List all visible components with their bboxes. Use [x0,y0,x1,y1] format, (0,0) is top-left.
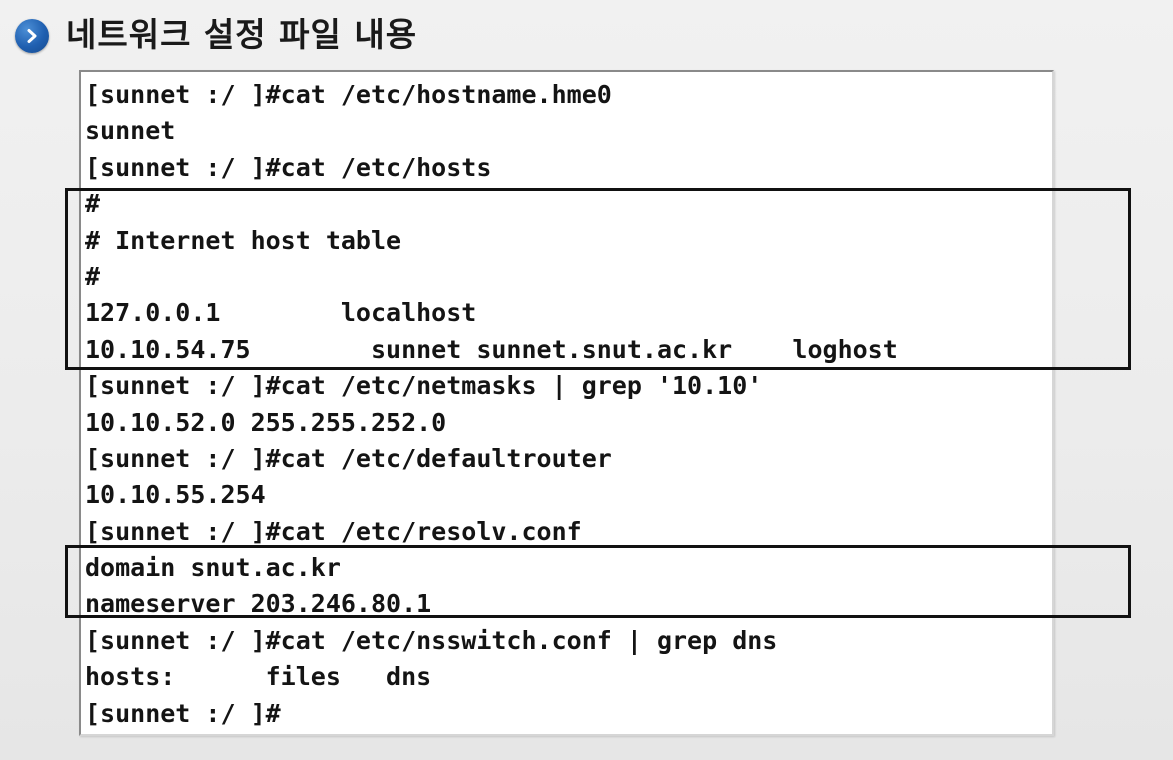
slide: 네트워크 설정 파일 내용 [sunnet :/ ]#cat /etc/host… [0,0,1173,760]
terminal-line: 10.10.55.254 [85,480,266,510]
terminal-line: [sunnet :/ ]#cat /etc/defaultrouter [85,443,612,473]
terminal-line: hosts: files dns [85,662,432,692]
terminal-line: # [85,189,101,219]
terminal-line: [sunnet :/ ]#cat /etc/nsswitch.conf | gr… [85,625,778,655]
terminal-line: 10.10.52.0 255.255.252.0 [85,407,447,437]
terminal-line: [sunnet :/ ]#cat /etc/netmasks | grep '1… [85,371,763,401]
terminal-line: # [85,261,101,291]
chevron-right-icon [15,19,49,53]
terminal-output: [sunnet :/ ]#cat /etc/hostname.hme0 sunn… [85,77,1052,732]
terminal-line: domain snut.ac.kr [85,553,341,583]
terminal-line: [sunnet :/ ]#cat /etc/resolv.conf [85,516,582,546]
terminal-line: [sunnet :/ ]# [85,698,281,728]
terminal-line: nameserver 203.246.80.1 [85,589,432,619]
terminal-line: [sunnet :/ ]#cat /etc/hosts [85,152,492,182]
terminal-line: [sunnet :/ ]#cat /etc/hostname.hme0 [85,80,612,109]
terminal-line: 127.0.0.1 localhost [85,298,477,328]
terminal-line: # Internet host table [85,225,402,255]
terminal-line: 10.10.54.75 sunnet sunnet.snut.ac.kr log… [85,334,898,364]
terminal-window: [sunnet :/ ]#cat /etc/hostname.hme0 sunn… [79,70,1054,736]
terminal-line: sunnet [85,116,176,146]
slide-title: 네트워크 설정 파일 내용 [66,15,418,54]
